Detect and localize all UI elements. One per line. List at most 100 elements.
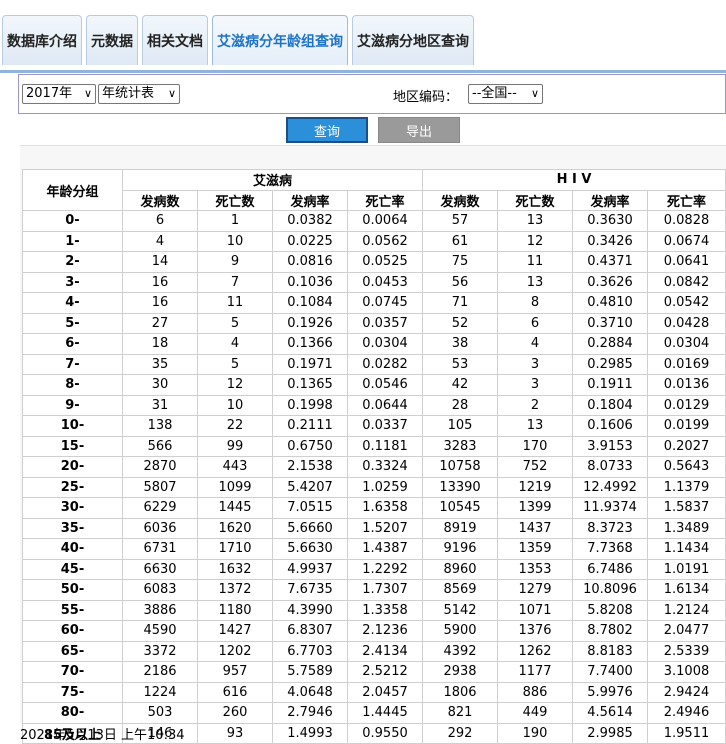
- table-cell: 1224: [122, 681, 198, 703]
- table-cell: 2.9424: [647, 681, 726, 703]
- table-cell: 1620: [197, 517, 273, 539]
- table-cell: 3.9153: [572, 435, 648, 457]
- table-cell: 12.4992: [572, 476, 648, 498]
- table-cell: 5142: [422, 599, 498, 621]
- table-cell: 0.1084: [272, 292, 348, 314]
- table-cell: 5.8208: [572, 599, 648, 621]
- tab-aids-by-age[interactable]: 艾滋病分年龄组查询: [212, 15, 348, 65]
- table-cell: 190: [497, 722, 573, 744]
- table-cell: 2.4134: [347, 640, 423, 662]
- age-group-cell: 30-: [22, 497, 123, 519]
- age-group-header: 年龄分组: [22, 169, 123, 211]
- table-cell: 4: [197, 333, 273, 355]
- age-group-cell: 20-: [22, 456, 123, 478]
- tab-database-intro[interactable]: 数据库介绍: [2, 15, 82, 65]
- table-cell: 566: [122, 435, 198, 457]
- aids-group-header: 艾滋病: [122, 169, 423, 191]
- year-select[interactable]: 2017年 ∨: [22, 84, 96, 104]
- table-cell: 6: [497, 312, 573, 334]
- table-cell: 6036: [122, 517, 198, 539]
- table-cell: 5900: [422, 620, 498, 642]
- table-cell: 4.0648: [272, 681, 348, 703]
- table-cell: 0.0546: [347, 374, 423, 396]
- tab-metadata[interactable]: 元数据: [86, 15, 138, 65]
- chevron-down-icon: ∨: [530, 87, 539, 100]
- table-cell: 1099: [197, 476, 273, 498]
- table-cell: 138: [122, 415, 198, 437]
- table-cell: 1.2124: [647, 599, 726, 621]
- table-cell: 16: [122, 271, 198, 293]
- table-cell: 11.9374: [572, 497, 648, 519]
- table-cell: 2.4946: [647, 702, 726, 724]
- table-cell: 8.8183: [572, 640, 648, 662]
- table-cell: 503: [122, 702, 198, 724]
- tab-related-docs[interactable]: 相关文档: [142, 15, 208, 65]
- table-cell: 8: [497, 292, 573, 314]
- table-cell: 3: [497, 374, 573, 396]
- table-cell: 7.7368: [572, 538, 648, 560]
- table-cell: 2: [497, 394, 573, 416]
- column-header: 发病率: [272, 189, 348, 211]
- table-cell: 752: [497, 456, 573, 478]
- table-cell: 170: [497, 435, 573, 457]
- table-cell: 0.6750: [272, 435, 348, 457]
- table-cell: 18: [122, 333, 198, 355]
- table-cell: 0.0828: [647, 210, 726, 232]
- table-row: 40- 6731 1710 5.6630 1.4387 9196 1359 7.7368 1.1…: [22, 538, 726, 560]
- table-cell: 0.0199: [647, 415, 726, 437]
- table-row: 45- 6630 1632 4.9937 1.2292 8960 1353 6.7486 1.0…: [22, 558, 726, 580]
- table-cell: 3: [497, 353, 573, 375]
- table-cell: 2.5212: [347, 661, 423, 683]
- region-select-value: --全国--: [472, 86, 517, 101]
- table-cell: 13390: [422, 476, 498, 498]
- table-cell: 821: [422, 702, 498, 724]
- table-cell: 2.5339: [647, 640, 726, 662]
- table-cell: 5.7589: [272, 661, 348, 683]
- table-cell: 30: [122, 374, 198, 396]
- table-cell: 1.4445: [347, 702, 423, 724]
- table-cell: 616: [197, 681, 273, 703]
- table-cell: 0.9550: [347, 722, 423, 744]
- table-cell: 0.0816: [272, 251, 348, 273]
- table-cell: 13: [497, 415, 573, 437]
- table-cell: 57: [422, 210, 498, 232]
- table-cell: 0.2027: [647, 435, 726, 457]
- report-type-select[interactable]: 年统计表 ∨: [98, 84, 180, 104]
- age-group-cell: 6-: [22, 333, 123, 355]
- table-cell: 0.3426: [572, 230, 648, 252]
- table-cell: 260: [197, 702, 273, 724]
- table-cell: 0.5643: [647, 456, 726, 478]
- age-group-cell: 2-: [22, 251, 123, 273]
- table-cell: 5: [197, 353, 273, 375]
- export-button[interactable]: 导出: [378, 117, 460, 143]
- age-group-cell: 5-: [22, 312, 123, 334]
- table-cell: 0.0169: [647, 353, 726, 375]
- table-cell: 1359: [497, 538, 573, 560]
- table-cell: 9: [197, 251, 273, 273]
- age-group-cell: 75-: [22, 681, 123, 703]
- tab-aids-by-region[interactable]: 艾滋病分地区查询: [352, 15, 474, 65]
- table-cell: 13: [497, 210, 573, 232]
- table-cell: 0.0282: [347, 353, 423, 375]
- age-group-cell: 80-: [22, 702, 123, 724]
- table-cell: 28: [422, 394, 498, 416]
- table-cell: 10758: [422, 456, 498, 478]
- table-cell: 0.1366: [272, 333, 348, 355]
- table-cell: 52: [422, 312, 498, 334]
- region-select[interactable]: --全国-- ∨: [468, 84, 543, 104]
- table-cell: 9196: [422, 538, 498, 560]
- table-cell: 0.0304: [647, 333, 726, 355]
- table-cell: 1.6358: [347, 497, 423, 519]
- table-row: 50- 6083 1372 7.6735 1.7307 8569 1279 10.8096 1.…: [22, 579, 726, 601]
- table-cell: 5.4207: [272, 476, 348, 498]
- table-cell: 10.8096: [572, 579, 648, 601]
- query-button[interactable]: 查询: [286, 117, 368, 143]
- table-cell: 1.2292: [347, 558, 423, 580]
- table-cell: 11: [497, 251, 573, 273]
- table-cell: 8.0733: [572, 456, 648, 478]
- table-cell: 12: [197, 374, 273, 396]
- table-cell: 6083: [122, 579, 198, 601]
- table-cell: 0.0453: [347, 271, 423, 293]
- age-group-table: 年龄分组 艾滋病 H I V 发病数 死亡数 发病率 死亡率 发病数 死亡数 发病率 死亡率 …: [22, 169, 726, 744]
- table-cell: 1427: [197, 620, 273, 642]
